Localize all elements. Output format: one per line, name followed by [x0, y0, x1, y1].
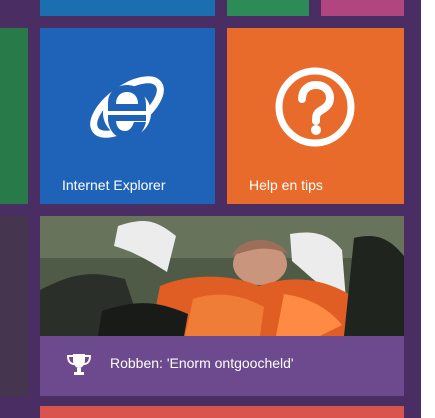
news-photo-image [40, 216, 404, 336]
help-question-icon [275, 67, 355, 147]
internet-explorer-label: Internet Explorer [62, 177, 166, 193]
left-column-tile-partial-lower[interactable] [0, 216, 28, 396]
left-column-tile-partial[interactable] [0, 28, 28, 204]
help-tile[interactable]: Help en tips [227, 28, 404, 204]
help-label: Help en tips [249, 177, 323, 193]
tile-top-middle-partial[interactable] [227, 0, 309, 16]
news-headline: Robben: 'Enorm ontgoocheld' [110, 355, 294, 371]
tile-top-right-partial[interactable] [321, 0, 404, 16]
tile-top-left-partial[interactable] [40, 0, 215, 16]
start-screen: Internet Explorer Help en tips Robben: '… [0, 0, 421, 418]
internet-explorer-icon [90, 76, 164, 139]
news-photo [40, 216, 404, 336]
trophy-icon [66, 354, 92, 375]
internet-explorer-tile[interactable]: Internet Explorer [40, 28, 215, 204]
news-tile[interactable]: Robben: 'Enorm ontgoocheld' [40, 216, 404, 396]
bottom-tile-partial[interactable] [40, 406, 404, 418]
news-caption-bar: Robben: 'Enorm ontgoocheld' [40, 336, 404, 396]
